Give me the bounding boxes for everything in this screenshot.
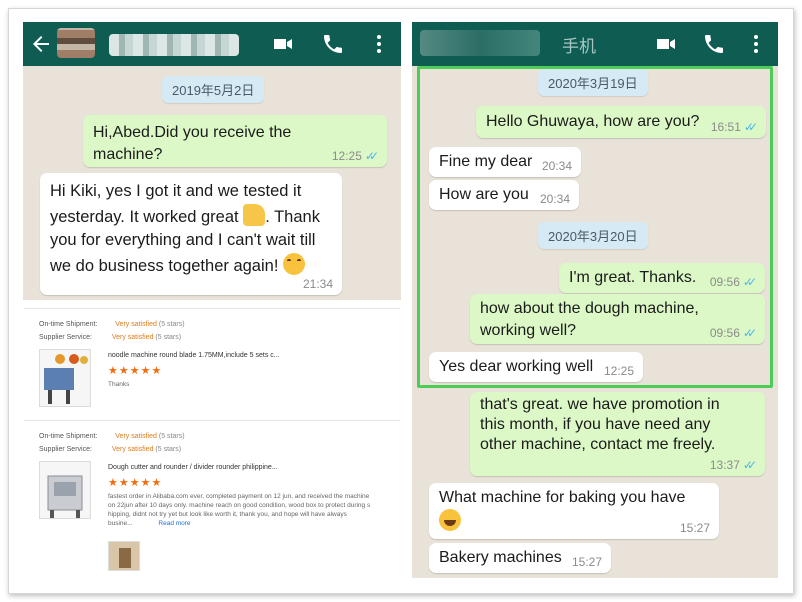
back-arrow-icon[interactable] <box>29 32 53 56</box>
hugging-face-emoji-icon <box>283 252 305 275</box>
message-meta: 15:27 <box>572 555 602 569</box>
read-more-link[interactable]: Read more <box>158 520 190 527</box>
review-comment-line: fastest order in Alibaba.com ever, compl… <box>108 493 370 500</box>
video-call-icon[interactable] <box>271 32 295 56</box>
highlight-box <box>417 66 773 388</box>
rating-label: On-time Shipment: <box>39 433 98 440</box>
message-bubble-incoming[interactable]: Bakery machines 15:27 <box>429 543 611 573</box>
phone-icon[interactable] <box>702 32 726 56</box>
product-title[interactable]: Dough cutter and rounder / divider round… <box>108 464 278 471</box>
rating-stars-text: (5 stars) <box>155 334 182 341</box>
message-bubble-incoming[interactable]: Hi Kiki, yes I got it and we tested it y… <box>40 173 342 295</box>
review-comment-line: hipping, didnt not try yet but look like… <box>108 511 347 518</box>
more-options-icon[interactable] <box>744 32 768 56</box>
message-meta: 15:27 <box>680 521 710 535</box>
message-meta: 12:25 ✓✓ <box>331 149 379 163</box>
rating-stars-text: (5 stars) <box>155 446 182 453</box>
message-bubble-outgoing[interactable]: that's great. we have promotion in this … <box>470 392 765 476</box>
left-chat-header <box>23 22 401 66</box>
right-chat-header: 手机 <box>412 22 778 66</box>
contact-avatar-redacted[interactable] <box>57 28 95 58</box>
message-time: 12:25 <box>331 149 362 163</box>
supplier-review: On-time Shipment: Very satisfied (5 star… <box>24 308 400 418</box>
rating-value: Very satisfied <box>115 433 157 440</box>
contact-name-redacted[interactable] <box>109 34 239 56</box>
message-text: . Thank <box>265 207 320 226</box>
message-bubble-incoming[interactable]: What machine for baking you have 15:27 <box>429 483 719 539</box>
product-thumbnail[interactable] <box>39 461 91 519</box>
left-chat-panel: 2019年5月2日 Hi,Abed.Did you receive the ma… <box>23 22 401 300</box>
message-time: 15:27 <box>571 555 602 569</box>
rating-value: Very satisfied <box>111 446 154 453</box>
review-stars: ★★★★★ <box>108 477 163 489</box>
read-ticks-icon: ✓✓ <box>742 458 757 472</box>
laughing-face-emoji-icon <box>439 509 461 531</box>
thumbs-up-emoji-icon <box>243 203 266 226</box>
phone-icon[interactable] <box>321 32 345 56</box>
message-meta: 13:37 ✓✓ <box>709 458 757 472</box>
message-text: other machine, contact me freely. <box>480 436 716 453</box>
read-ticks-icon: ✓✓ <box>364 149 379 163</box>
review-stars: ★★★★★ <box>108 365 163 377</box>
message-text: you for everything and I can't wait till <box>50 231 316 249</box>
message-text: this month, if you have need any <box>480 416 711 433</box>
rating-value: Very satisfied <box>115 321 157 328</box>
service-rating: Supplier Service: Very satisfied (5 star… <box>39 446 181 453</box>
message-time: 21:34 <box>302 277 333 291</box>
rating-stars-text: (5 stars) <box>158 433 185 440</box>
message-time: 13:37 <box>709 458 740 472</box>
message-text: Bakery machines <box>439 549 562 566</box>
review-comment-line: busine... <box>108 520 133 527</box>
supplier-review: On-time Shipment: Very satisfied (5 star… <box>24 420 400 578</box>
shipment-rating: On-time Shipment: Very satisfied (5 star… <box>39 321 185 328</box>
more-options-icon[interactable] <box>367 32 391 56</box>
review-comment-line: on 22jun after 10 days only. machine rea… <box>108 502 371 509</box>
product-thumbnail[interactable] <box>39 349 91 407</box>
service-rating: Supplier Service: Very satisfied (5 star… <box>39 334 181 341</box>
rating-label: On-time Shipment: <box>39 321 98 328</box>
message-text: we do business together again! <box>50 256 279 275</box>
review-comment: Thanks <box>108 381 130 388</box>
rating-value: Very satisfied <box>111 334 154 341</box>
shipment-rating: On-time Shipment: Very satisfied (5 star… <box>39 433 185 440</box>
rating-label: Supplier Service: <box>39 446 92 453</box>
review-photo[interactable] <box>108 541 140 571</box>
message-time: 15:27 <box>679 521 710 535</box>
message-bubble-outgoing[interactable]: Hi,Abed.Did you receive the machine? 12:… <box>83 115 387 167</box>
message-text: Hi Kiki, yes I got it and we tested it <box>50 182 302 200</box>
header-text: 手机 <box>562 37 596 56</box>
rating-stars-text: (5 stars) <box>158 321 185 328</box>
product-title[interactable]: noodle machine round blade 1.75MM,includ… <box>108 352 280 359</box>
review-comment: fastest order in Alibaba.com ever, compl… <box>108 492 398 528</box>
message-text: Hi,Abed.Did you receive the <box>93 124 292 141</box>
message-text: yesterday. It worked great <box>50 207 239 226</box>
message-text: that's great. we have promotion in <box>480 396 720 413</box>
contact-name-redacted[interactable] <box>420 30 540 56</box>
message-text: What machine for baking you have <box>439 489 686 506</box>
video-call-icon[interactable] <box>654 32 678 56</box>
message-meta: 21:34 <box>303 277 333 291</box>
date-separator: 2019年5月2日 <box>162 76 265 103</box>
rating-label: Supplier Service: <box>39 334 92 341</box>
